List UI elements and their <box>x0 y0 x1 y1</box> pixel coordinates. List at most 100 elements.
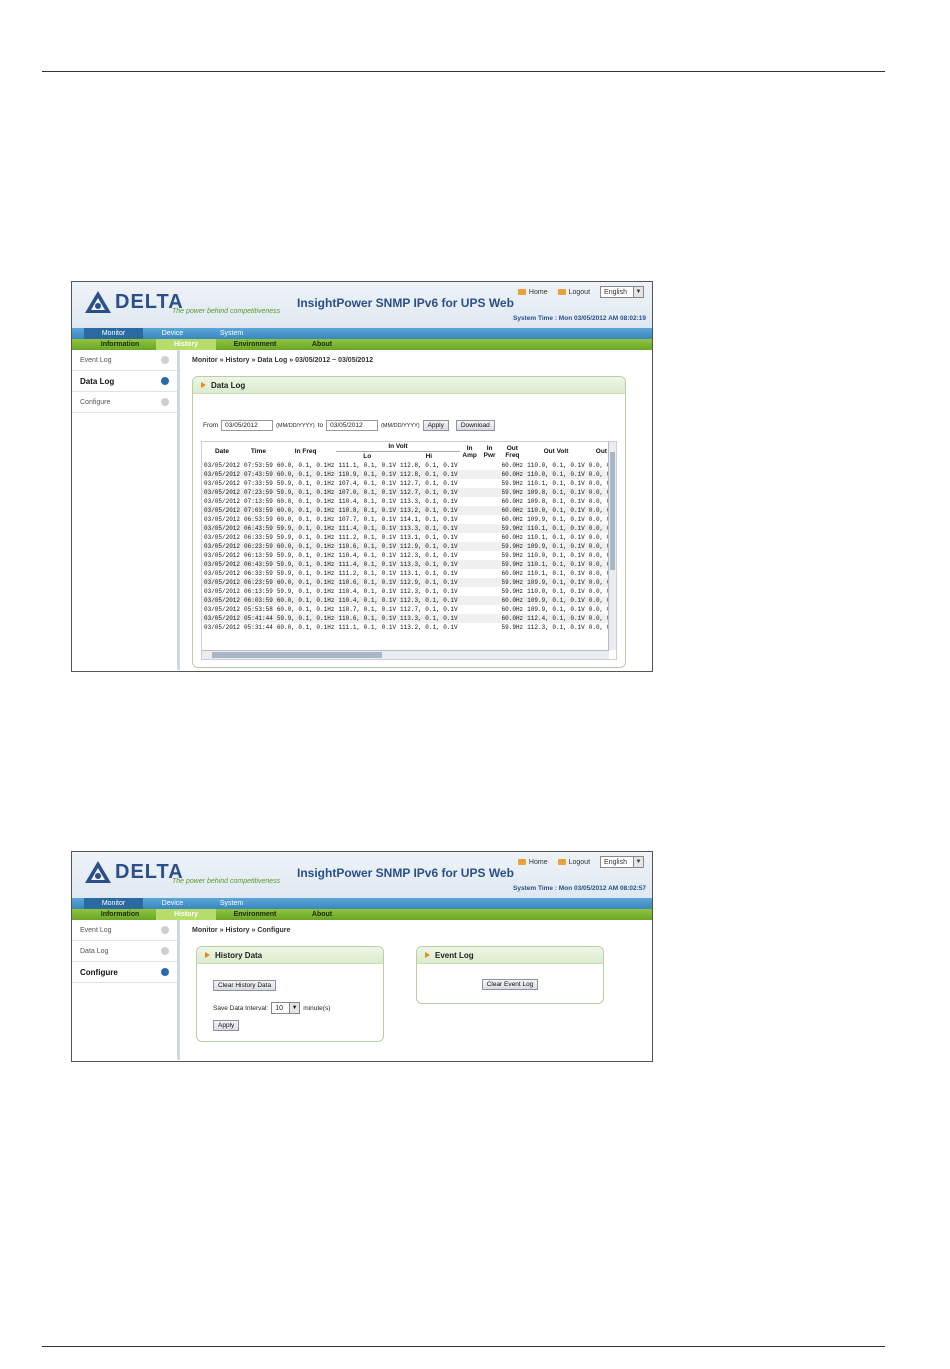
interval-value: 10 <box>275 1004 284 1012</box>
table-cell: 59.9, 0.1, 0.1Hz <box>274 488 337 497</box>
tab-history[interactable]: History <box>156 909 216 920</box>
table-cell: 60.0Hz <box>501 498 524 505</box>
home-link[interactable]: Home <box>517 859 548 866</box>
data-table-container: Date Time In Freq In Volt In Amp In Pwr … <box>201 441 617 660</box>
table-cell: 110.7, 0.1, 0.1V <box>338 606 397 613</box>
language-value: English <box>604 288 627 296</box>
table-cell: 109.9, 0.1, 0.1V <box>525 542 587 551</box>
table-cell <box>459 578 480 587</box>
tab-environment[interactable]: Environment <box>216 909 294 920</box>
panel-title: Event Log <box>417 947 603 964</box>
data-log-screenshot: DELTA The power behind competitiveness I… <box>71 281 653 672</box>
scrollbar-thumb[interactable] <box>212 652 382 658</box>
col-out-volt: Out Volt <box>543 448 569 455</box>
sidebar: Event Log Data Log Configure <box>72 920 180 1060</box>
sidebar: Event Log Data Log Configure <box>72 350 180 670</box>
home-icon <box>517 859 526 865</box>
scrollbar-thumb[interactable] <box>610 452 615 570</box>
interval-select[interactable]: 10 ▼ <box>271 1002 301 1014</box>
table-cell: 113.3, 0.1, 0.1V <box>400 498 458 505</box>
clear-history-data-button[interactable]: Clear History Data <box>213 980 277 991</box>
table-cell: 60.0, 0.1, 0.1Hz <box>274 506 337 515</box>
sidebar-item-event-log[interactable]: Event Log <box>72 350 177 371</box>
table-cell: 06:33:59 <box>244 570 273 577</box>
sidebar-item-event-log[interactable]: Event Log <box>72 920 177 941</box>
table-cell: 59.9, 0.1, 0.1Hz <box>276 570 335 577</box>
table-cell <box>479 542 500 551</box>
tab-monitor[interactable]: Monitor <box>84 328 143 339</box>
tab-device[interactable]: Device <box>143 328 202 339</box>
top-links: Home Logout English ▼ <box>517 856 644 868</box>
tab-device[interactable]: Device <box>143 898 202 909</box>
table-cell: 112.7, 0.1, 0.1V <box>398 488 460 497</box>
panel-title: Data Log <box>193 377 625 394</box>
table-row: 03/05/2012 07:23:59 59.9, 0.1, 0.1Hz 107.0,… <box>202 488 616 497</box>
apply-button[interactable]: Apply <box>213 1020 240 1031</box>
table-cell: 112.3, 0.1, 0.1V <box>400 588 458 595</box>
sidebar-item-data-log[interactable]: Data Log <box>72 941 177 962</box>
sidebar-item-label: Event Log <box>80 926 112 934</box>
table-cell: 113.3, 0.1, 0.1V <box>398 614 460 623</box>
table-cell: 111.4, 0.1, 0.1V <box>336 524 399 533</box>
logout-label: Logout <box>568 288 591 296</box>
apply-button[interactable]: Apply <box>422 420 449 431</box>
sidebar-item-data-log[interactable]: Data Log <box>72 371 177 392</box>
tab-history[interactable]: History <box>156 339 216 350</box>
sidebar-item-configure[interactable]: Configure <box>72 962 177 983</box>
main-panel: Monitor » History » Configure History Da… <box>180 920 652 1060</box>
tab-monitor[interactable]: Monitor <box>84 898 143 909</box>
clear-event-log-button[interactable]: Clear Event Log <box>481 979 539 990</box>
panel-title: History Data <box>197 947 383 964</box>
tab-system[interactable]: System <box>202 898 261 909</box>
table-cell: 60.0, 0.1, 0.1Hz <box>274 470 337 479</box>
language-select[interactable]: English ▼ <box>600 286 644 298</box>
logout-link[interactable]: Logout <box>557 859 590 866</box>
language-select[interactable]: English ▼ <box>600 856 644 868</box>
tab-information[interactable]: Information <box>84 339 156 350</box>
sidebar-item-label: Configure <box>80 398 111 406</box>
col-in-volt: In Volt <box>336 442 460 452</box>
tab-about[interactable]: About <box>294 339 350 350</box>
tab-about[interactable]: About <box>294 909 350 920</box>
table-cell: 109.9, 0.1, 0.1V <box>525 578 587 587</box>
home-link[interactable]: Home <box>517 289 548 296</box>
tagline: The power behind competitiveness <box>172 878 281 885</box>
table-cell: 110.0, 0.1, 0.1V <box>525 506 587 515</box>
primary-nav: Monitor Device System <box>72 328 652 339</box>
tab-system[interactable]: System <box>202 328 261 339</box>
table-cell: 59.9Hz <box>501 624 524 631</box>
arrow-circle-icon <box>161 926 169 934</box>
sidebar-item-configure[interactable]: Configure <box>72 392 177 413</box>
logout-link[interactable]: Logout <box>557 288 591 296</box>
table-cell: 03/05/2012 <box>204 534 241 541</box>
table-cell <box>460 623 480 632</box>
table-cell: 112.7, 0.1, 0.1V <box>400 606 458 613</box>
top-links: Home Logout English ▼ <box>517 286 644 298</box>
download-button[interactable]: Download <box>455 420 495 431</box>
configure-screenshot: DELTA The power behind competitiveness I… <box>71 851 653 1062</box>
table-cell: 03/05/2012 <box>204 570 241 577</box>
table-cell: 112.8, 0.1, 0.1V <box>398 470 460 479</box>
col-in-pwr: In Pwr <box>483 444 496 459</box>
tab-information[interactable]: Information <box>84 909 156 920</box>
tab-environment[interactable]: Environment <box>216 339 294 350</box>
table-cell: 06:03:59 <box>242 596 275 605</box>
table-cell: 60.0, 0.1, 0.1Hz <box>276 498 335 505</box>
triangle-icon <box>425 952 430 958</box>
table-cell <box>479 614 500 623</box>
horizontal-scrollbar[interactable] <box>202 650 609 659</box>
table-cell: 60.0Hz <box>499 614 526 623</box>
table-cell: 114.1, 0.1, 0.1V <box>400 516 458 523</box>
logout-icon <box>557 859 566 865</box>
to-date-input[interactable]: 03/05/2012 <box>326 420 379 431</box>
vertical-scrollbar[interactable] <box>608 442 616 650</box>
table-cell: 110.6, 0.1, 0.1V <box>336 614 399 623</box>
from-date-input[interactable]: 03/05/2012 <box>221 420 274 431</box>
table-cell: 110.1, 0.1, 0.1V <box>525 524 587 533</box>
table-row: 03/05/2012 07:03:59 60.0, 0.1, 0.1Hz 110.8,… <box>202 506 616 515</box>
table-cell <box>459 470 480 479</box>
table-cell: 109.8, 0.1, 0.1V <box>527 498 585 505</box>
table-cell <box>459 488 480 497</box>
col-date: Date <box>214 448 230 455</box>
table-cell: 05:31:44 <box>244 624 273 631</box>
